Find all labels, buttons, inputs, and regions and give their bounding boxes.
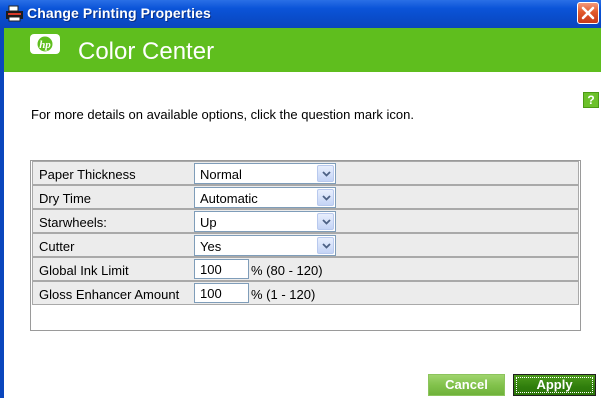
property-row-dry-time: Dry Time Automatic: [32, 185, 579, 209]
hp-logo: hp: [30, 34, 60, 54]
svg-text:hp: hp: [39, 39, 51, 51]
select-value: Normal: [200, 167, 242, 182]
chevron-down-icon[interactable]: [317, 213, 334, 230]
starwheels-select[interactable]: Up: [194, 211, 336, 232]
property-label: Paper Thickness: [39, 167, 136, 182]
chevron-down-icon[interactable]: [317, 189, 334, 206]
window-left-border: [0, 28, 4, 398]
select-value: Automatic: [200, 191, 258, 206]
info-text: For more details on available options, c…: [31, 107, 414, 122]
property-label: Dry Time: [39, 191, 91, 206]
close-icon: [581, 6, 595, 20]
window-title: Change Printing Properties: [27, 5, 211, 21]
global-ink-limit-input[interactable]: [194, 259, 249, 279]
color-center-banner: hp Color Center: [4, 28, 601, 72]
cancel-button[interactable]: Cancel: [428, 374, 505, 396]
paper-thickness-select[interactable]: Normal: [194, 163, 336, 184]
select-value: Up: [200, 215, 217, 230]
select-value: Yes: [200, 239, 222, 254]
property-row-gloss-enhancer: Gloss Enhancer Amount % (1 - 120): [32, 281, 579, 305]
property-label: Global Ink Limit: [39, 263, 129, 278]
property-label: Gloss Enhancer Amount: [39, 287, 180, 302]
properties-table: Paper Thickness Normal Dry Time Automati…: [30, 160, 581, 331]
property-row-global-ink-limit: Global Ink Limit % (80 - 120): [32, 257, 579, 281]
chevron-down-icon[interactable]: [317, 165, 334, 182]
property-label: Cutter: [39, 239, 75, 254]
range-hint: % (1 - 120): [251, 287, 316, 302]
property-row-paper-thickness: Paper Thickness Normal: [32, 161, 579, 185]
printer-icon: [5, 5, 24, 22]
close-button[interactable]: [577, 2, 599, 24]
cutter-select[interactable]: Yes: [194, 235, 336, 256]
property-row-cutter: Cutter Yes: [32, 233, 579, 257]
gloss-enhancer-input[interactable]: [194, 283, 249, 303]
apply-button[interactable]: Apply: [513, 374, 596, 396]
question-mark-icon[interactable]: ?: [583, 92, 599, 108]
banner-title: Color Center: [78, 38, 215, 65]
property-label: Starwheels:: [39, 215, 107, 230]
range-hint: % (80 - 120): [251, 263, 323, 278]
title-bar[interactable]: Change Printing Properties: [0, 0, 601, 28]
property-row-starwheels: Starwheels: Up: [32, 209, 579, 233]
chevron-down-icon[interactable]: [317, 237, 334, 254]
dry-time-select[interactable]: Automatic: [194, 187, 336, 208]
